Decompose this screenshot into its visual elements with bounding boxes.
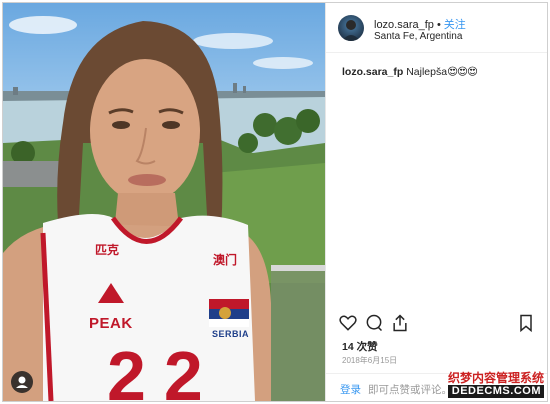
avatar[interactable] <box>338 15 364 41</box>
post-header: lozo.sara_fp • 关注 Santa Fe, Argentina <box>326 3 547 53</box>
jersey-number: 22 <box>107 337 221 401</box>
caption: lozo.sara_fp Najlepša😍😍😍 <box>342 66 478 78</box>
likes-count[interactable]: 14 次赞 <box>342 339 378 354</box>
comment-hint: 即可点赞或评论。 <box>368 384 452 396</box>
heart-icon[interactable] <box>338 313 358 333</box>
comment-icon[interactable] <box>364 313 384 333</box>
separator-dot: • <box>436 19 441 31</box>
post-side-panel: lozo.sara_fp • 关注 Santa Fe, Argentina lozo… <box>325 3 547 401</box>
login-link[interactable]: 登录 <box>340 382 361 397</box>
jersey-sponsor-left: 匹克 <box>95 243 120 257</box>
post-frame: 匹克 澳门 PEAK SERBIA 22 lozo.sara_fp • 关注 San… <box>2 2 548 402</box>
caption-emojis: 😍😍😍 <box>447 66 478 78</box>
share-icon[interactable] <box>390 313 410 333</box>
watermark: 织梦内容管理系统 DEDECMS.COM <box>447 371 544 398</box>
header-username-row: lozo.sara_fp • 关注 <box>374 16 466 32</box>
caption-text: Najlepša <box>406 66 448 78</box>
watermark-domain: DEDECMS.COM <box>447 385 544 398</box>
action-bar <box>338 313 538 335</box>
watermark-title: 织梦内容管理系统 <box>447 371 544 385</box>
jersey-sponsor-right: 澳门 <box>213 253 238 267</box>
header-username[interactable]: lozo.sara_fp <box>374 19 434 31</box>
jersey-brand: PEAK <box>89 315 133 332</box>
location-link[interactable]: Santa Fe, Argentina <box>374 31 462 42</box>
post-date: 2018年6月15日 <box>342 356 398 365</box>
tagged-user-icon[interactable] <box>11 371 33 393</box>
bookmark-icon[interactable] <box>516 313 536 333</box>
caption-username[interactable]: lozo.sara_fp <box>342 66 403 78</box>
post-photo[interactable]: 匹克 澳门 PEAK SERBIA 22 <box>3 3 325 401</box>
follow-button[interactable]: 关注 <box>444 19 466 31</box>
